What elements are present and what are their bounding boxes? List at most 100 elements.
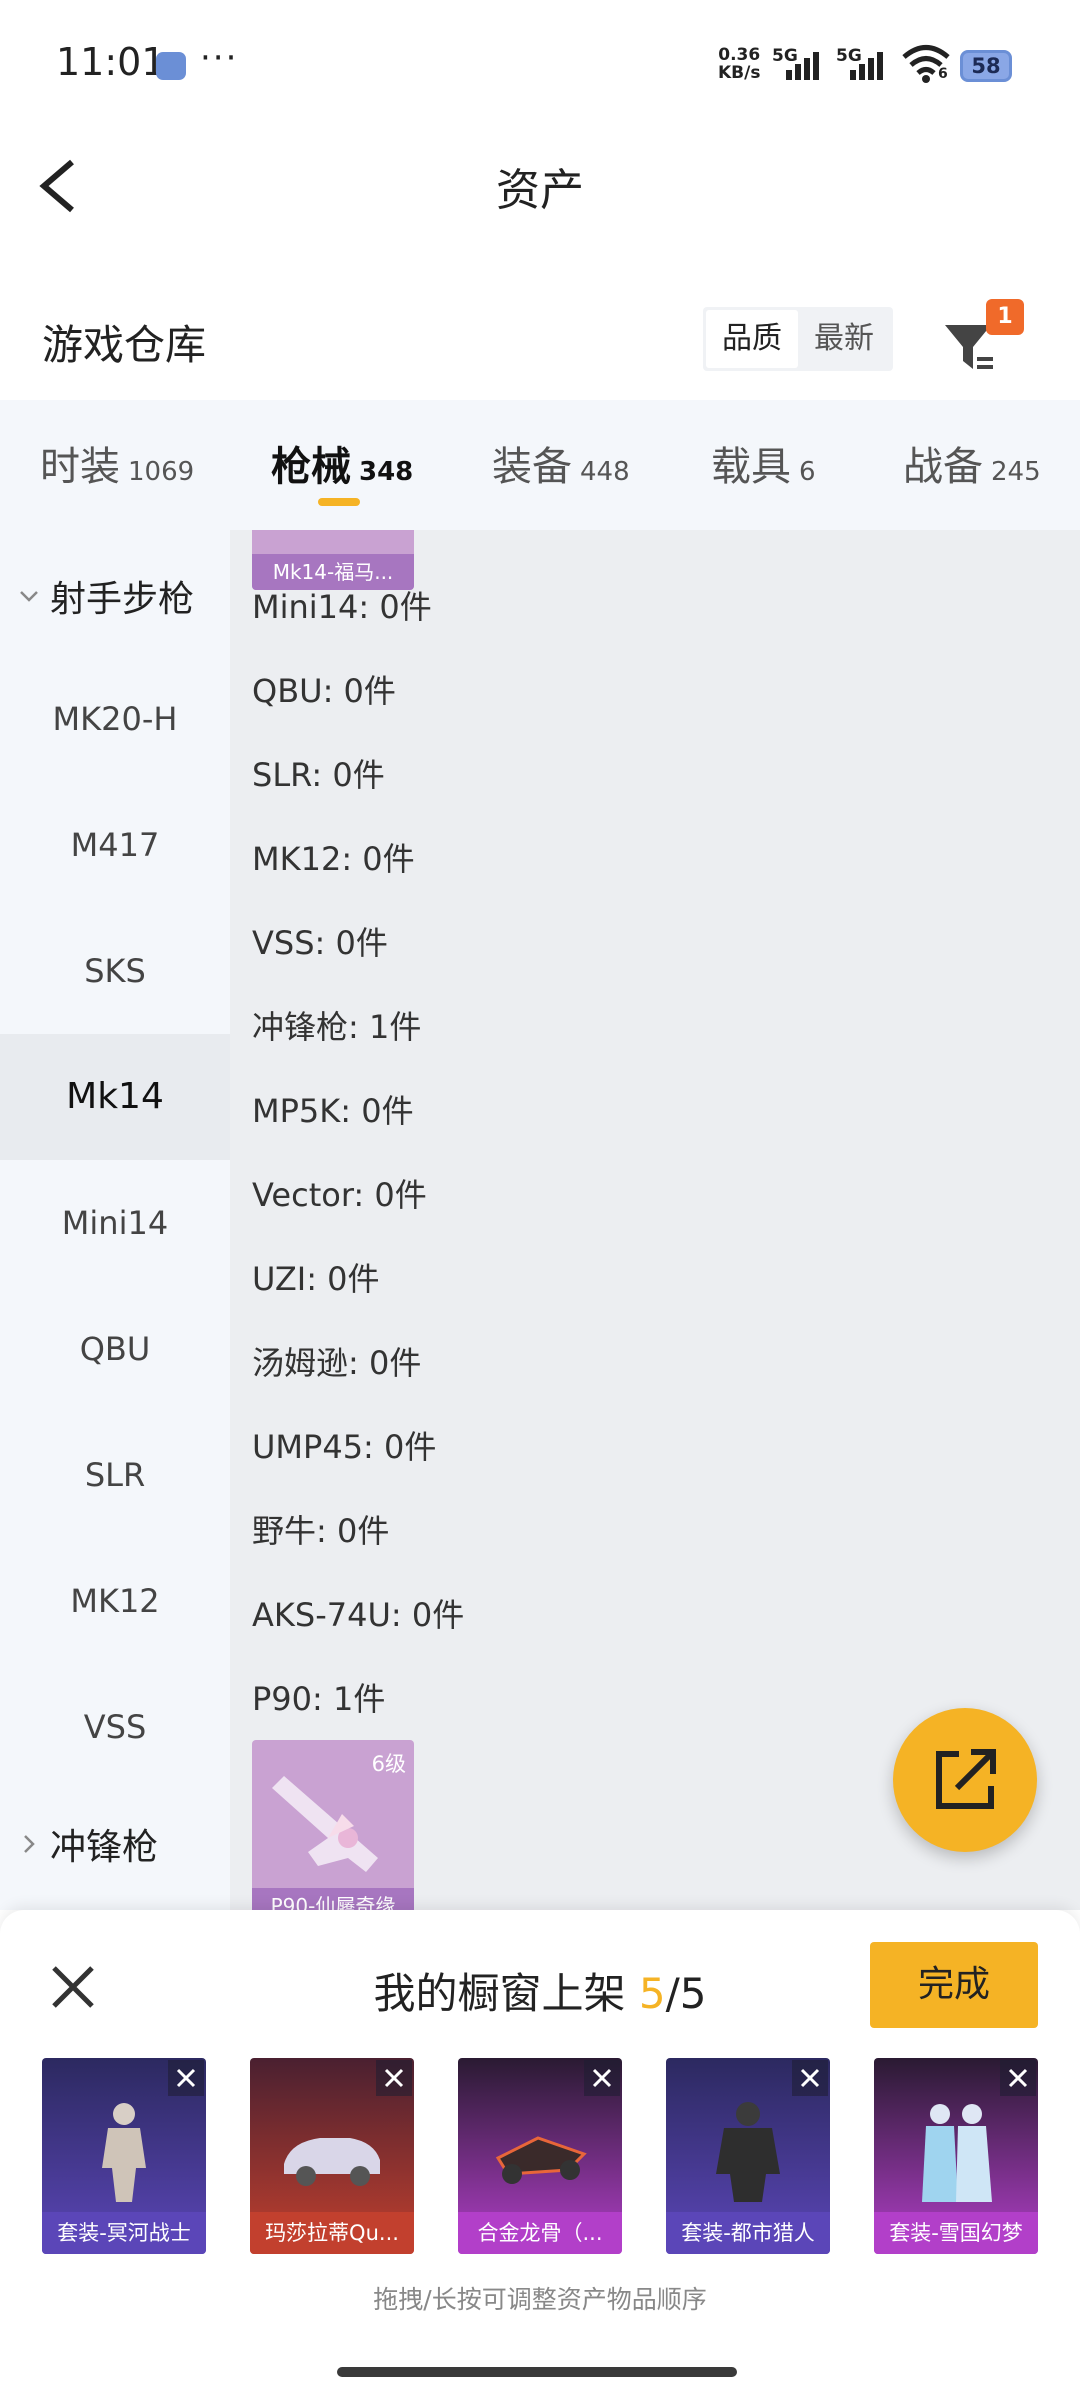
sidebar-item-mini14[interactable]: Mini14 [0, 1160, 230, 1286]
tab-count: 448 [580, 457, 630, 487]
sheet-hint: 拖拽/长按可调整资产物品顺序 [373, 2285, 707, 2314]
shelf-item[interactable]: 玛莎拉蒂Qu... [250, 2058, 414, 2254]
close-icon [800, 2068, 820, 2088]
status-time: 11:01 [56, 40, 166, 84]
tab-vehicles[interactable]: 载具 6 [711, 434, 816, 492]
sidebar-group-label: 射手步枪 [50, 579, 195, 620]
sidebar-item-mk14[interactable]: Mk14 [0, 1034, 230, 1160]
shelf-item[interactable]: 套装-都市猎人 [666, 2058, 830, 2254]
close-icon [384, 2068, 404, 2088]
shelf-item-label: 套装-雪国幻梦 [874, 2212, 1038, 2254]
list-row: QBU: 0件 [252, 672, 396, 710]
tab-label: 时装 [40, 444, 120, 490]
tab-count: 245 [991, 457, 1041, 487]
remove-item-button[interactable] [792, 2060, 828, 2096]
sidebar-group-marksman-rifles[interactable]: 射手步枪 [18, 570, 194, 622]
car-image [284, 2138, 380, 2186]
list-row: 汤姆逊: 0件 [252, 1344, 422, 1382]
home-indicator[interactable] [337, 2367, 737, 2377]
sidebar-item-qbu[interactable]: QBU [0, 1286, 230, 1412]
remove-item-button[interactable] [584, 2060, 620, 2096]
chevron-down-icon [20, 591, 38, 602]
item-card-mk14[interactable]: Mk14-福马... [252, 530, 414, 590]
list-row: MP5K: 0件 [252, 1092, 414, 1130]
net-speed-unit: KB/s [718, 63, 761, 83]
outfit-image [716, 2102, 780, 2202]
list-row: UZI: 0件 [252, 1260, 380, 1298]
done-button[interactable]: 完成 [870, 1942, 1038, 2028]
sheet-count-sep: / [665, 1969, 680, 2018]
sidebar-item-mk20h[interactable]: MK20-H [0, 656, 230, 782]
sidebar-group-smg[interactable]: 冲锋枪 [18, 1818, 158, 1870]
outfit-image [922, 2104, 992, 2202]
category-tabs: 时装 1069 枪械 348 装备 448 载具 6 战备 245 [0, 400, 1080, 530]
filter-button[interactable]: 1 [935, 299, 1025, 379]
tab-label: 载具 [711, 444, 791, 490]
item-card-p90[interactable]: 6级 P90-仙屫奇缘 [252, 1740, 414, 1910]
shelf-item-label: 套装-都市猎人 [666, 2212, 830, 2254]
list-row: SLR: 0件 [252, 756, 385, 794]
list-row: UMP45: 0件 [252, 1428, 437, 1466]
list-row: Mini14: 0件 [252, 588, 432, 626]
net-speed: 0.36 KB/s [718, 46, 760, 82]
chevron-right-icon [24, 1835, 35, 1853]
sidebar-item-slr[interactable]: SLR [0, 1412, 230, 1538]
header: 资产 [0, 130, 1080, 240]
tab-count: 1069 [128, 457, 195, 487]
wifi-sub: 6 [938, 66, 948, 82]
tab-label: 战备 [903, 444, 983, 490]
more-notifications-icon: ··· [200, 38, 239, 78]
status-bar: 11:01 ··· 0.36 KB/s 5G 5G 6 58 [0, 0, 1080, 130]
shelf-item-label: 合金龙骨（... [458, 2212, 622, 2254]
share-external-icon [936, 1749, 996, 1809]
shelf-item[interactable]: 合金龙骨（... [458, 2058, 622, 2254]
active-tab-indicator [318, 498, 360, 506]
list-row: MK12: 0件 [252, 840, 415, 878]
content-list: Mk14-福马... Mini14: 0件 QBU: 0件 SLR: 0件 MK… [230, 530, 1080, 1910]
signal-icon-2 [850, 48, 894, 80]
close-icon [176, 2068, 196, 2088]
sidebar-item-vss[interactable]: VSS [0, 1664, 230, 1790]
sort-quality-button[interactable]: 品质 [706, 310, 798, 368]
tab-count: 6 [799, 457, 816, 487]
sidebar-group-label: 冲锋枪 [50, 1827, 159, 1868]
sidebar-item-m417[interactable]: M417 [0, 782, 230, 908]
share-button[interactable] [893, 1708, 1037, 1852]
tab-guns[interactable]: 枪械 348 [271, 434, 413, 492]
battery-icon: 58 [960, 50, 1012, 82]
sheet-title-text: 我的橱窗上架 [373, 1969, 626, 2018]
sidebar-item-mk12[interactable]: MK12 [0, 1538, 230, 1664]
remove-item-button[interactable] [168, 2060, 204, 2096]
tab-count: 348 [359, 457, 414, 487]
list-row: P90: 1件 [252, 1680, 386, 1718]
close-icon [1008, 2068, 1028, 2088]
sheet-count-current: 5 [638, 1969, 666, 2018]
sidebar-item-sks[interactable]: SKS [0, 908, 230, 1034]
list-row: 野牛: 0件 [252, 1512, 390, 1550]
list-row: 冲锋枪: 1件 [252, 1008, 422, 1046]
showcase-sheet: 我的橱窗上架 5/5 完成 套装-冥河战士 玛莎拉蒂Qu... 合金龙骨（...… [0, 1910, 1080, 2400]
tab-label: 枪械 [271, 444, 351, 490]
tab-equipment[interactable]: 装备 448 [492, 434, 630, 492]
item-card-level: 6级 [371, 1752, 406, 1776]
tab-fashion[interactable]: 时装 1069 [40, 434, 194, 492]
page-title: 资产 [496, 165, 584, 216]
tab-label: 装备 [492, 444, 572, 490]
list-row: VSS: 0件 [252, 924, 388, 962]
remove-item-button[interactable] [376, 2060, 412, 2096]
tab-battle-gear[interactable]: 战备 245 [903, 434, 1041, 492]
sort-newest-button[interactable]: 最新 [798, 310, 890, 368]
sidebar: 射手步枪 MK20-H M417 SKS Mk14 Mini14 QBU SLR… [0, 530, 230, 1910]
remove-item-button[interactable] [1000, 2060, 1036, 2096]
item-card-name: P90-仙屫奇缘 [252, 1888, 414, 1910]
wifi-icon: 6 [902, 44, 950, 84]
warehouse-title: 游戏仓库 [42, 321, 206, 369]
shelf-item[interactable]: 套装-雪国幻梦 [874, 2058, 1038, 2254]
warehouse-row: 游戏仓库 品质 最新 1 [0, 285, 1080, 395]
sheet-count-total: 5 [679, 1969, 707, 2018]
shelf-item-label: 套装-冥河战士 [42, 2212, 206, 2254]
vehicle-image [495, 2136, 587, 2184]
filter-badge: 1 [986, 299, 1024, 335]
outfit-image [102, 2103, 146, 2202]
shelf-item[interactable]: 套装-冥河战士 [42, 2058, 206, 2254]
